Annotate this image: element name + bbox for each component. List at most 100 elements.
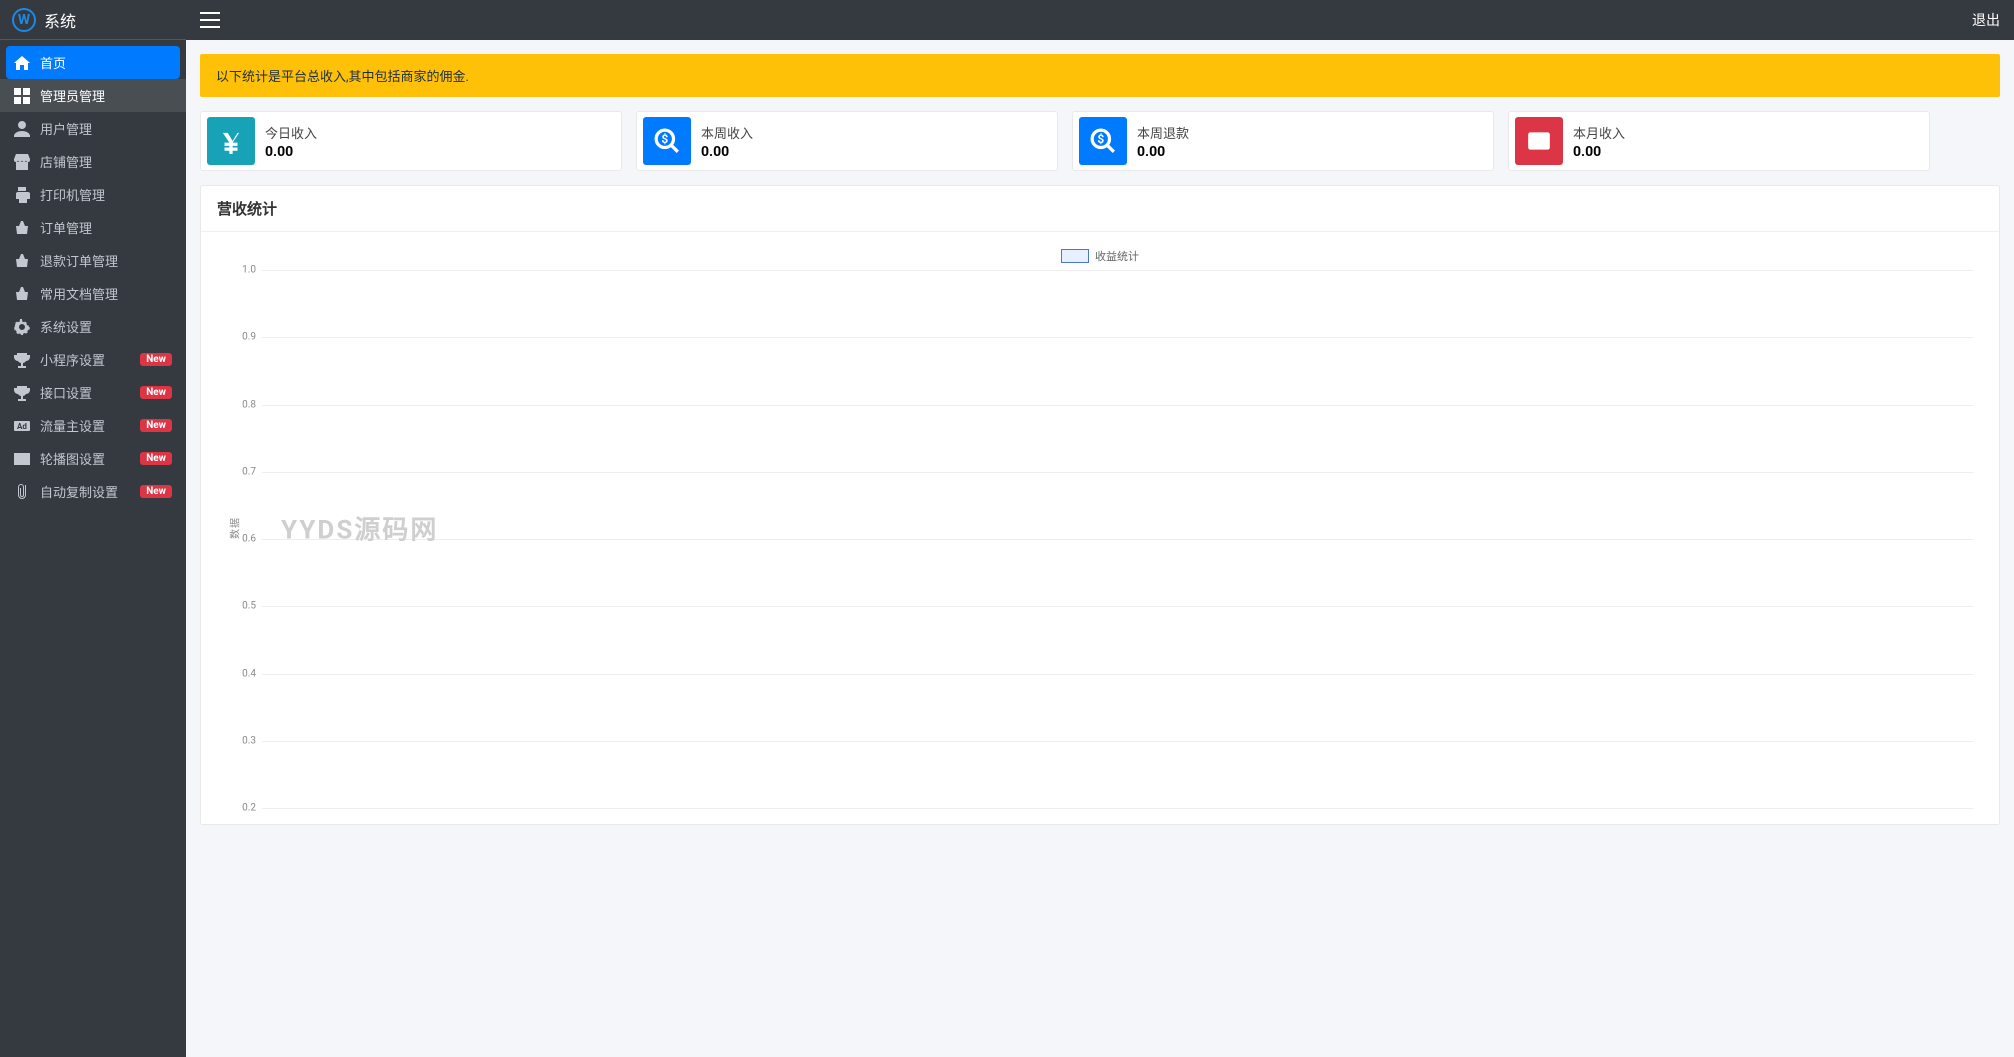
sidebar-item-3[interactable]: 店铺管理: [0, 145, 186, 178]
stat-label: 本周收入: [701, 123, 753, 142]
y-tick-label: 0.9: [232, 332, 256, 343]
sidebar-item-5[interactable]: 订单管理: [0, 211, 186, 244]
stat-value: 0.00: [701, 144, 753, 160]
grid-line: [262, 337, 1973, 338]
stat-label: 本月收入: [1573, 123, 1625, 142]
image-icon: [14, 451, 30, 467]
magnifier-icon: $: [643, 117, 691, 165]
brand-logo-icon: W: [12, 8, 36, 32]
clip-icon: [14, 484, 30, 500]
sidebar-item-1[interactable]: 管理员管理: [0, 79, 186, 112]
sidebar-item-label: 系统设置: [40, 317, 172, 336]
sidebar-item-label: 退款订单管理: [40, 251, 172, 270]
sidebar-item-8[interactable]: 系统设置: [0, 310, 186, 343]
sidebar-item-4[interactable]: 打印机管理: [0, 178, 186, 211]
yen-icon: [207, 117, 255, 165]
new-badge: New: [140, 452, 172, 465]
sidebar-item-label: 流量主设置: [40, 416, 130, 435]
grid-line: [262, 405, 1973, 406]
sidebar-item-13[interactable]: 自动复制设置 New: [0, 475, 186, 508]
sidebar-item-6[interactable]: 退款订单管理: [0, 244, 186, 277]
panel-title: 营收统计: [201, 186, 1999, 232]
wallet-icon: [1515, 117, 1563, 165]
sidebar-item-label: 轮播图设置: [40, 449, 130, 468]
svg-text:$: $: [661, 132, 668, 146]
shop-icon: [14, 154, 30, 170]
dashboard-icon: [14, 88, 30, 104]
sidebar-item-label: 管理员管理: [40, 86, 172, 105]
brand-title: 系统: [44, 8, 76, 32]
stat-card-0: 今日收入 0.00: [200, 111, 622, 171]
revenue-chart-panel: 营收统计 收益统计 数据 1.00.90.80.70.60.50.40.30.2…: [200, 185, 2000, 825]
stats-row: 今日收入 0.00 $ 本周收入 0.00 $ 本周退款 0.00 本月收入 0.00: [200, 111, 2000, 171]
basket-icon: [14, 286, 30, 302]
sidebar-item-2[interactable]: 用户管理: [0, 112, 186, 145]
gear-icon: [14, 319, 30, 335]
sidebar-nav: 首页管理员管理用户管理店铺管理打印机管理订单管理退款订单管理常用文档管理系统设置…: [0, 40, 186, 1057]
stat-value: 0.00: [1137, 144, 1189, 160]
sidebar-item-7[interactable]: 常用文档管理: [0, 277, 186, 310]
topbar: 退出: [186, 0, 2014, 40]
sidebar-item-label: 自动复制设置: [40, 482, 130, 501]
svg-text:Ad: Ad: [17, 422, 27, 431]
sidebar-item-12[interactable]: 轮播图设置 New: [0, 442, 186, 475]
chart-area: 收益统计 数据 1.00.90.80.70.60.50.40.30.2 YYDS…: [217, 248, 1983, 808]
sidebar-item-11[interactable]: Ad 流量主设置 New: [0, 409, 186, 442]
ad-icon: Ad: [14, 418, 30, 434]
basket-icon: [14, 253, 30, 269]
trophy-icon: [14, 385, 30, 401]
grid-line: [262, 808, 1973, 809]
home-icon: [14, 55, 30, 71]
stat-card-1: $ 本周收入 0.00: [636, 111, 1058, 171]
legend-swatch-icon: [1061, 249, 1089, 263]
sidebar-item-label: 店铺管理: [40, 152, 172, 171]
y-tick-label: 0.3: [232, 735, 256, 746]
grid-line: [262, 270, 1973, 271]
sidebar-item-label: 接口设置: [40, 383, 130, 402]
logout-button[interactable]: 退出: [1972, 10, 2000, 30]
stat-label: 今日收入: [265, 123, 317, 142]
new-badge: New: [140, 353, 172, 366]
svg-text:$: $: [1097, 132, 1104, 146]
notice-banner: 以下统计是平台总收入,其中包括商家的佣金.: [200, 54, 2000, 97]
user-icon: [14, 121, 30, 137]
sidebar-item-9[interactable]: 小程序设置 New: [0, 343, 186, 376]
stat-value: 0.00: [1573, 144, 1625, 160]
grid-line: [262, 539, 1973, 540]
grid-line: [262, 741, 1973, 742]
y-tick-label: 1.0: [232, 265, 256, 276]
grid-line: [262, 606, 1973, 607]
new-badge: New: [140, 419, 172, 432]
y-tick-label: 0.8: [232, 399, 256, 410]
y-tick-label: 0.7: [232, 466, 256, 477]
y-tick-label: 0.6: [232, 534, 256, 545]
new-badge: New: [140, 485, 172, 498]
sidebar-item-label: 小程序设置: [40, 350, 130, 369]
content-area: 以下统计是平台总收入,其中包括商家的佣金. 今日收入0.00$本周收入0.00$…: [186, 40, 2014, 1057]
stat-label: 本周退款: [1137, 123, 1189, 142]
chart-legend: 收益统计: [1061, 248, 1139, 264]
sidebar-item-label: 首页: [40, 53, 172, 72]
legend-label: 收益统计: [1095, 248, 1139, 264]
trophy-icon: [14, 352, 30, 368]
stat-card-2: $ 本周退款 0.00: [1072, 111, 1494, 171]
y-tick-label: 0.4: [232, 668, 256, 679]
sidebar-item-label: 常用文档管理: [40, 284, 172, 303]
y-tick-label: 0.2: [232, 803, 256, 814]
grid-line: [262, 674, 1973, 675]
new-badge: New: [140, 386, 172, 399]
magnifier-icon: $: [1079, 117, 1127, 165]
stat-card-3: 本月收入 0.00: [1508, 111, 1930, 171]
brand: W 系统: [0, 0, 186, 40]
print-icon: [14, 187, 30, 203]
sidebar-item-10[interactable]: 接口设置 New: [0, 376, 186, 409]
basket-icon: [14, 220, 30, 236]
grid-line: [262, 472, 1973, 473]
menu-toggle-button[interactable]: [200, 12, 220, 28]
y-tick-label: 0.5: [232, 601, 256, 612]
sidebar-item-label: 订单管理: [40, 218, 172, 237]
sidebar: W 系统 首页管理员管理用户管理店铺管理打印机管理订单管理退款订单管理常用文档管…: [0, 0, 186, 1057]
sidebar-item-0[interactable]: 首页: [6, 46, 180, 79]
sidebar-item-label: 用户管理: [40, 119, 172, 138]
stat-value: 0.00: [265, 144, 317, 160]
